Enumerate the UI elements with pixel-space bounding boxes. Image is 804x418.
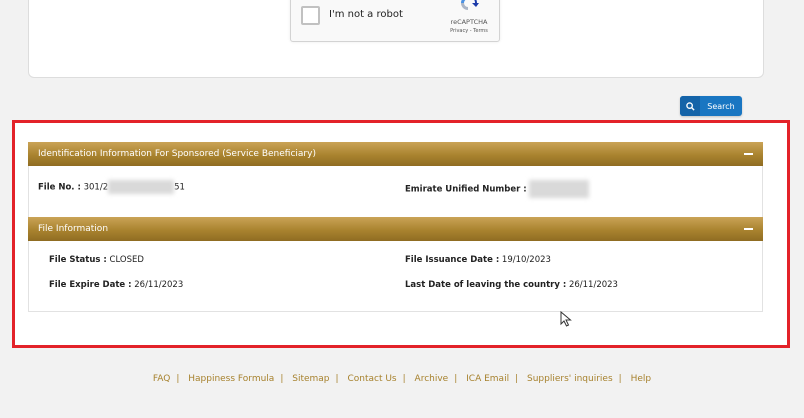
file-status-value: CLOSED xyxy=(109,255,144,265)
file-no-field: File No. : 301/2 51 xyxy=(38,180,185,194)
file-no-suffix: 51 xyxy=(174,182,185,193)
recaptcha-brand: reCAPTCHA xyxy=(450,18,488,26)
last-leave-value: 26/11/2023 xyxy=(568,280,618,290)
search-icon xyxy=(680,96,700,116)
footer-link-suppliers-inquiries[interactable]: Suppliers' inquiries xyxy=(521,374,619,384)
footer-links: FAQ | Happiness Formula | Sitemap | Contact… xyxy=(0,374,804,384)
sponsored-info-title: Identification Information For Sponsored… xyxy=(38,149,316,159)
file-expire-field: File Expire Date : 26/11/2023 xyxy=(49,280,183,290)
recaptcha-label: I'm not a robot xyxy=(329,9,403,20)
file-info-title: File Information xyxy=(38,224,109,234)
file-no-prefix: 301/2 xyxy=(83,182,109,193)
footer-link-help[interactable]: Help xyxy=(625,374,658,384)
redacted-block xyxy=(108,180,175,194)
last-leave-label: Last Date of leaving the country : xyxy=(405,280,567,290)
footer-link-faq[interactable]: FAQ xyxy=(147,374,176,384)
footer-link-happiness-formula[interactable]: Happiness Formula xyxy=(182,374,280,384)
recaptcha-checkbox[interactable] xyxy=(301,6,320,25)
recaptcha-widget: I'm not a robot reCAPTCHA Privacy - Term… xyxy=(290,0,500,42)
footer-link-contact-us[interactable]: Contact Us xyxy=(341,374,402,384)
redacted-block xyxy=(529,180,590,198)
file-status-label: File Status : xyxy=(49,255,107,265)
file-status-field: File Status : CLOSED xyxy=(49,255,144,265)
footer-link-sitemap[interactable]: Sitemap xyxy=(286,374,335,384)
sponsored-info-header[interactable]: Identification Information For Sponsored… xyxy=(28,142,763,166)
file-issuance-label: File Issuance Date : xyxy=(405,255,500,265)
footer-link-ica-email[interactable]: ICA Email xyxy=(460,374,515,384)
mouse-cursor-icon xyxy=(560,311,572,327)
file-no-label: File No. : xyxy=(38,182,81,193)
recaptcha-terms-link[interactable]: Privacy - Terms xyxy=(441,28,497,34)
search-button[interactable]: Search xyxy=(680,96,742,116)
footer-link-archive[interactable]: Archive xyxy=(409,374,455,384)
collapse-icon[interactable] xyxy=(744,228,753,230)
file-expire-value: 26/11/2023 xyxy=(134,280,184,290)
search-button-label: Search xyxy=(707,101,735,111)
file-info-header[interactable]: File Information xyxy=(28,217,763,241)
last-leave-field: Last Date of leaving the country : 26/11… xyxy=(405,280,618,290)
recaptcha-logo-icon xyxy=(461,0,479,10)
emirate-number-label: Emirate Unified Number : xyxy=(405,184,527,195)
collapse-icon[interactable] xyxy=(744,153,753,155)
emirate-number-field: Emirate Unified Number : xyxy=(405,180,590,198)
file-issuance-field: File Issuance Date : 19/10/2023 xyxy=(405,255,551,265)
file-expire-label: File Expire Date : xyxy=(49,280,132,290)
file-issuance-value: 19/10/2023 xyxy=(501,255,551,265)
